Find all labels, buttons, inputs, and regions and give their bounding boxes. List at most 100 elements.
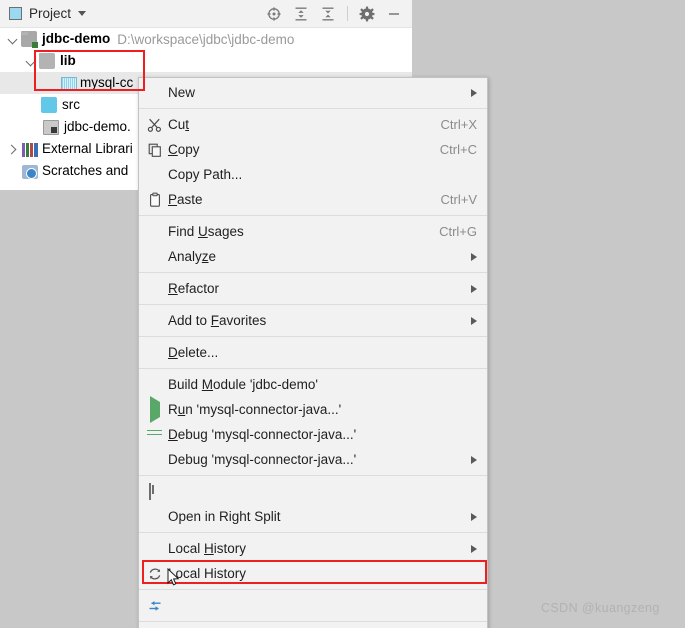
- menu-item-label: Find Usages: [168, 224, 244, 239]
- submenu-arrow-icon: [471, 512, 477, 521]
- menu-local-history[interactable]: Local History: [139, 536, 487, 561]
- select-opened-file-icon[interactable]: [266, 6, 282, 22]
- chevron-down-icon[interactable]: [78, 11, 87, 16]
- jar-file-icon: [61, 76, 77, 91]
- menu-cut[interactable]: Cut Ctrl+X: [139, 112, 487, 137]
- menu-find-usages[interactable]: Find Usages Ctrl+G: [139, 219, 487, 244]
- project-panel-title: Project: [29, 6, 72, 21]
- tree-node-label: src: [62, 97, 80, 112]
- toolbar-divider: [347, 6, 348, 21]
- menu-copy-path[interactable]: Copy Path...: [139, 162, 487, 187]
- menu-separator: [139, 368, 487, 369]
- tree-node-label: lib: [60, 53, 76, 68]
- tree-node-jdbc-demo[interactable]: jdbc-demo D:\workspace\jdbc\jdbc-demo: [0, 28, 412, 50]
- expand-all-icon[interactable]: [293, 6, 309, 22]
- context-menu[interactable]: New Cut Ctrl+X Copy Ctrl+C Copy Path... …: [138, 77, 488, 628]
- submenu-arrow-icon: [471, 455, 477, 464]
- watermark: CSDN @kuangzeng: [541, 601, 660, 615]
- menu-item-label: Debug 'mysql-connector-java...': [168, 452, 357, 467]
- menu-copy[interactable]: Copy Ctrl+C: [139, 137, 487, 162]
- project-panel-header: Project: [0, 0, 412, 28]
- no-icon: [147, 541, 164, 557]
- settings-gear-icon[interactable]: [359, 6, 375, 22]
- copy-icon: [147, 142, 164, 158]
- menu-item-label: Cut: [168, 117, 190, 132]
- tree-node-label: jdbc-demo: [42, 31, 111, 46]
- module-folder-icon: [21, 31, 38, 48]
- menu-item-label: Analyze: [168, 249, 217, 264]
- menu-open-in-right-split[interactable]: [139, 479, 487, 504]
- menu-separator: [139, 475, 487, 476]
- menu-separator: [139, 215, 487, 216]
- menu-refactor[interactable]: Refactor: [139, 276, 487, 301]
- menu-item-shortcut: Ctrl+G: [439, 224, 477, 239]
- project-title-group[interactable]: Project: [0, 6, 87, 21]
- menu-separator: [139, 621, 487, 622]
- menu-item-label: Run 'mysql-connector-java...': [168, 402, 342, 417]
- menu-separator: [139, 589, 487, 590]
- screenshot-root: Project jdbc-demo D:\workspace\jdbc\jdbc…: [0, 0, 685, 628]
- source-folder-icon: [41, 97, 57, 113]
- split-icon: [147, 482, 164, 500]
- tree-node-label: jdbc-demo.: [64, 119, 131, 134]
- menu-item-label: Copy: [168, 142, 200, 157]
- tree-node-label: Scratches and: [42, 163, 129, 178]
- menu-item-label: Open in Right Split: [168, 509, 281, 524]
- minimize-icon[interactable]: [386, 6, 402, 22]
- menu-item-label: Refactor: [168, 281, 220, 296]
- menu-new[interactable]: New: [139, 80, 487, 105]
- menu-item-shortcut: Ctrl+X: [440, 117, 477, 132]
- menu-run[interactable]: Run 'mysql-connector-java...': [139, 395, 487, 423]
- menu-item-label: Copy Path...: [168, 167, 243, 182]
- no-icon: [147, 313, 164, 329]
- no-icon: [147, 452, 164, 468]
- chevron-right-icon[interactable]: [6, 143, 19, 156]
- collapse-all-icon[interactable]: [320, 6, 336, 22]
- menu-more-run-debug[interactable]: Debug 'mysql-connector-java...': [139, 447, 487, 472]
- external-libraries-icon: [22, 142, 38, 157]
- menu-open-in[interactable]: Open in Right Split: [139, 504, 487, 529]
- no-icon: [147, 345, 164, 361]
- tree-node-label: External Librari: [42, 141, 133, 156]
- scissors-icon: [147, 117, 164, 133]
- tree-node-lib[interactable]: lib: [0, 50, 412, 72]
- debug-icon: [147, 427, 164, 443]
- menu-item-label: New: [168, 85, 196, 100]
- menu-item-label: Delete...: [168, 345, 219, 360]
- menu-item-label: Build Module 'jdbc-demo': [168, 377, 318, 392]
- iml-file-icon: [43, 119, 59, 135]
- menu-separator: [139, 336, 487, 337]
- tree-node-label: mysql-cc: [80, 75, 134, 90]
- menu-separator: [139, 272, 487, 273]
- menu-item-label: Local History: [168, 566, 247, 581]
- menu-separator: [139, 108, 487, 109]
- menu-delete[interactable]: Delete...: [139, 340, 487, 365]
- submenu-arrow-icon: [471, 316, 477, 325]
- no-icon: [147, 249, 164, 265]
- reload-icon: [147, 566, 164, 582]
- menu-reload-from-disk[interactable]: Local History: [139, 561, 487, 586]
- no-icon: [147, 281, 164, 297]
- menu-debug[interactable]: Debug 'mysql-connector-java...': [139, 422, 487, 447]
- menu-compare-with[interactable]: [139, 593, 487, 618]
- menu-analyze[interactable]: Analyze: [139, 244, 487, 269]
- project-toolbar: [266, 6, 412, 22]
- compare-icon: [147, 598, 164, 614]
- tree-node-path: D:\workspace\jdbc\jdbc-demo: [117, 31, 295, 47]
- chevron-down-icon[interactable]: [24, 55, 37, 68]
- no-icon: [147, 224, 164, 240]
- clipboard-icon: [147, 192, 164, 208]
- mouse-cursor: [167, 567, 180, 587]
- folder-icon: [39, 53, 55, 69]
- menu-item-shortcut: Ctrl+C: [439, 142, 477, 157]
- menu-add-to-favorites[interactable]: Add to Favorites: [139, 308, 487, 333]
- menu-item-label: Debug 'mysql-connector-java...': [168, 427, 357, 442]
- menu-paste[interactable]: Paste Ctrl+V: [139, 187, 487, 212]
- submenu-arrow-icon: [471, 284, 477, 293]
- no-icon: [147, 509, 164, 525]
- menu-separator: [139, 532, 487, 533]
- project-window-icon: [9, 7, 22, 20]
- chevron-down-icon[interactable]: [6, 33, 19, 46]
- menu-build-module[interactable]: Build Module 'jdbc-demo': [139, 372, 487, 397]
- scratches-icon: [22, 164, 38, 179]
